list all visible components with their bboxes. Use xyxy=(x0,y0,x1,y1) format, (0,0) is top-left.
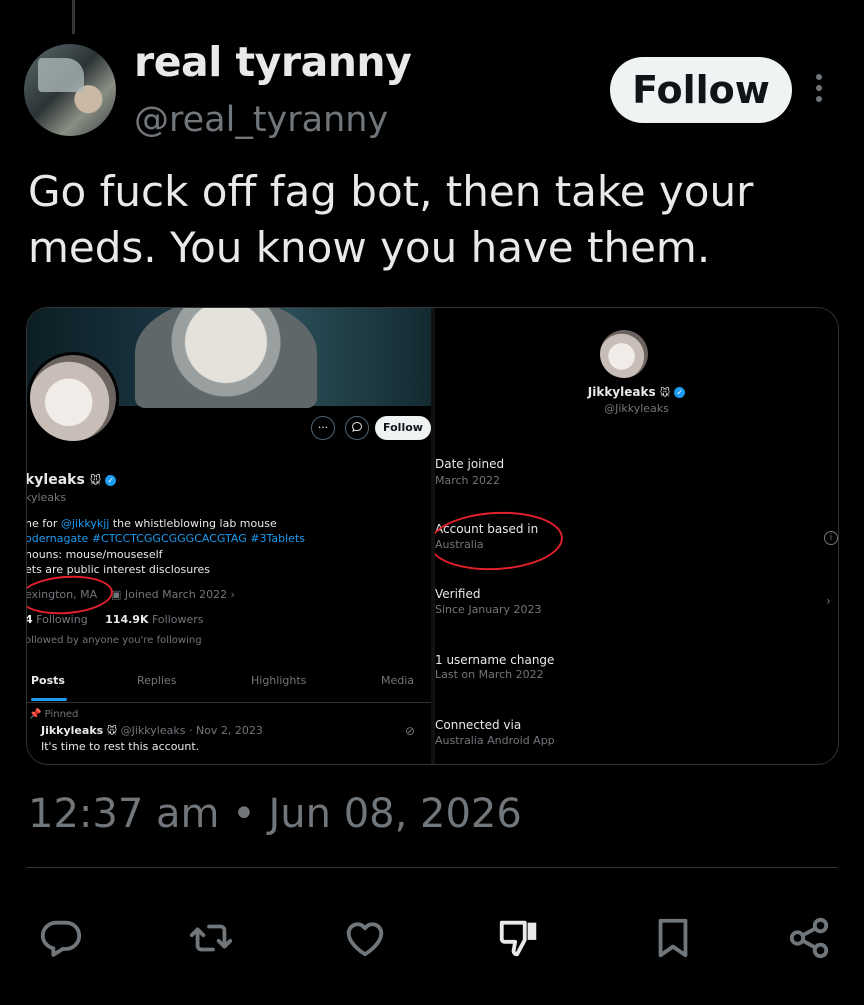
profile-tabs: Posts Replies Highlights Media xyxy=(27,670,431,703)
tab-posts: Posts xyxy=(31,674,65,687)
tab-underline xyxy=(31,698,67,701)
profile-bio-line-2: odernagate #CTCCTCGGCGGGCACGTAG #3Tablet… xyxy=(27,532,305,545)
astronaut-mouse-image xyxy=(135,308,317,408)
reply-icon xyxy=(40,920,82,957)
profile-follow-stats: 4 Following 114.9K Followers xyxy=(27,613,204,626)
about-row-label: 1 username change xyxy=(435,653,555,667)
share-icon xyxy=(789,917,829,959)
profile-bio-line-1: ne for @jikkykjj the whistleblowing lab … xyxy=(27,517,277,530)
reply-button[interactable] xyxy=(36,912,86,964)
bookmark-icon xyxy=(658,918,688,958)
profile-handle: kyleaks xyxy=(27,491,67,504)
about-handle: @Jikkyleaks xyxy=(604,402,669,415)
dislike-button[interactable] xyxy=(494,912,544,964)
avatar[interactable] xyxy=(24,44,116,136)
pinned-post-text: It's time to rest this account. xyxy=(41,740,200,753)
verified-badge-icon: ✓ xyxy=(674,387,686,398)
pin-icon: 📌 xyxy=(29,709,42,720)
message-icon xyxy=(345,416,369,440)
about-row-value: March 2022 xyxy=(435,474,501,487)
profile-bio-line-3: nouns: mouse/mouseself xyxy=(27,548,163,561)
pinned-label: 📌 Pinned xyxy=(29,709,79,720)
profile-bio-line-4: ets are public interest disclosures xyxy=(27,563,210,576)
about-name: Jikkyleaks 🐭 ✓ xyxy=(435,385,838,399)
verified-badge-icon: ✓ xyxy=(105,475,117,486)
avatar-image-detail xyxy=(38,58,84,92)
about-avatar xyxy=(600,330,648,378)
display-name[interactable]: real tyranny xyxy=(134,38,412,86)
about-row-value: Last on March 2022 xyxy=(435,668,544,681)
profile-avatar xyxy=(27,352,119,444)
pinned-post-header: Jikkyleaks 🐭 @Jikkyleaks · Nov 2, 2023 xyxy=(41,724,263,737)
divider xyxy=(26,867,838,868)
red-annotation-circle xyxy=(435,508,565,574)
about-row-value: Australia Android App xyxy=(435,734,555,747)
grok-icon: ⊘ xyxy=(405,724,416,738)
tweet-timestamp[interactable]: 12:37 am • Jun 08, 2026 xyxy=(28,791,522,837)
about-row-value: Since January 2023 xyxy=(435,603,542,616)
repost-icon xyxy=(189,924,233,952)
tab-highlights: Highlights xyxy=(251,674,307,687)
profile-followed-note: ollowed by anyone you're following xyxy=(27,635,202,646)
chevron-right-icon: › xyxy=(826,594,831,608)
tab-replies: Replies xyxy=(137,674,177,687)
share-button[interactable] xyxy=(784,912,834,964)
info-icon: i xyxy=(824,531,838,545)
about-row-label: Verified xyxy=(435,587,481,601)
profile-follow-button: Follow xyxy=(375,416,431,440)
bookmark-button[interactable] xyxy=(648,912,698,964)
thread-line xyxy=(72,0,75,34)
profile-screenshot: ··· Follow kyleaks 🐭 ✓ kyleaks ne for @ji… xyxy=(27,308,431,764)
user-handle[interactable]: @real_tyranny xyxy=(134,100,388,140)
tweet-text: Go fuck off fag bot, then take your meds… xyxy=(28,167,754,272)
like-icon xyxy=(346,922,384,957)
tweet-media[interactable]: ··· Follow kyleaks 🐭 ✓ kyleaks ne for @ji… xyxy=(26,307,839,765)
repost-button[interactable] xyxy=(186,912,236,964)
profile-joined: ▣ Joined March 2022 › xyxy=(111,588,236,601)
more-options-icon[interactable] xyxy=(812,74,826,108)
about-account-screenshot: Jikkyleaks 🐭 ✓ @Jikkyleaks Date joined Ma… xyxy=(435,308,838,764)
profile-name: kyleaks 🐭 ✓ xyxy=(27,472,117,488)
dislike-icon xyxy=(499,920,537,957)
about-row-label: Date joined xyxy=(435,457,505,471)
follow-button[interactable]: Follow xyxy=(610,57,792,123)
profile-more-icon: ··· xyxy=(311,416,335,440)
tab-media: Media xyxy=(381,674,415,687)
like-button[interactable] xyxy=(340,912,390,964)
red-annotation-circle xyxy=(27,572,115,618)
about-row-label: Connected via xyxy=(435,718,522,732)
